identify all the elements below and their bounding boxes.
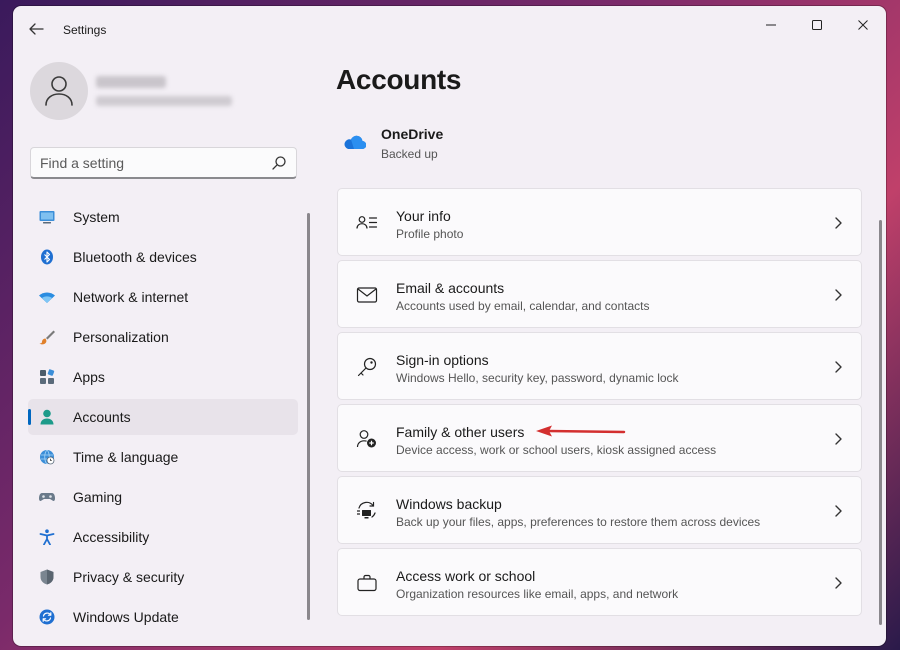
card-your-info[interactable]: Your info Profile photo bbox=[337, 188, 862, 256]
profile-name-blurred bbox=[96, 76, 166, 88]
mail-icon bbox=[356, 285, 378, 305]
card-email-accounts[interactable]: Email & accounts Accounts used by email,… bbox=[337, 260, 862, 328]
sidebar-item-time-language[interactable]: Time & language bbox=[28, 439, 298, 475]
card-title: Sign-in options bbox=[396, 352, 489, 368]
bluetooth-icon bbox=[39, 249, 55, 265]
card-family-other-users[interactable]: Family & other users Device access, work… bbox=[337, 404, 862, 472]
minimize-button[interactable] bbox=[748, 10, 794, 40]
sidebar-item-accessibility[interactable]: Accessibility bbox=[28, 519, 298, 555]
settings-cards: Your info Profile photo Email & accounts… bbox=[337, 188, 862, 620]
globe-clock-icon bbox=[39, 449, 55, 465]
shield-icon bbox=[39, 569, 55, 585]
card-title: Access work or school bbox=[396, 568, 536, 584]
key-icon bbox=[356, 357, 378, 377]
sidebar-item-bluetooth[interactable]: Bluetooth & devices bbox=[28, 239, 298, 275]
update-icon bbox=[39, 609, 55, 625]
paintbrush-icon bbox=[39, 329, 55, 345]
onedrive-status-text: Backed up bbox=[381, 147, 438, 161]
user-profile[interactable] bbox=[30, 62, 300, 122]
chevron-right-icon bbox=[833, 504, 843, 518]
minimize-icon bbox=[766, 24, 776, 26]
sidebar-item-label: Accounts bbox=[73, 409, 131, 425]
person-add-icon bbox=[356, 429, 378, 449]
sidebar-item-label: Time & language bbox=[73, 449, 179, 465]
sidebar-item-label: Windows Update bbox=[73, 609, 179, 625]
sidebar-item-label: Privacy & security bbox=[73, 569, 185, 585]
gamepad-icon bbox=[39, 489, 55, 505]
main-scrollbar[interactable] bbox=[879, 220, 882, 625]
person-avatar-icon bbox=[45, 76, 73, 106]
card-title: Your info bbox=[396, 208, 451, 224]
sidebar-item-privacy-security[interactable]: Privacy & security bbox=[28, 559, 298, 595]
card-subtitle: Device access, work or school users, kio… bbox=[396, 443, 717, 457]
contact-card-icon bbox=[356, 213, 378, 233]
sidebar-item-accounts[interactable]: Accounts bbox=[28, 399, 298, 435]
sidebar-item-network[interactable]: Network & internet bbox=[28, 279, 298, 315]
sidebar-item-apps[interactable]: Apps bbox=[28, 359, 298, 395]
profile-email-blurred bbox=[96, 96, 232, 106]
maximize-button[interactable] bbox=[794, 10, 840, 40]
card-windows-backup[interactable]: Windows backup Back up your files, apps,… bbox=[337, 476, 862, 544]
app-title: Settings bbox=[63, 23, 107, 37]
onedrive-title: OneDrive bbox=[381, 126, 444, 142]
red-annotation-arrow bbox=[536, 425, 626, 437]
sidebar-nav: System Bluetooth & devices Network & int… bbox=[28, 199, 298, 639]
monitor-icon bbox=[39, 209, 55, 225]
wifi-icon bbox=[39, 289, 55, 305]
chevron-right-icon bbox=[833, 216, 843, 230]
chevron-right-icon bbox=[833, 432, 843, 446]
page-title: Accounts bbox=[336, 64, 462, 95]
briefcase-icon bbox=[356, 573, 378, 593]
card-sign-in-options[interactable]: Sign-in options Windows Hello, security … bbox=[337, 332, 862, 400]
card-access-work-school[interactable]: Access work or school Organization resou… bbox=[337, 548, 862, 616]
search-input[interactable] bbox=[40, 154, 260, 172]
chevron-right-icon bbox=[833, 288, 843, 302]
avatar[interactable] bbox=[30, 62, 88, 120]
card-subtitle: Organization resources like email, apps,… bbox=[396, 587, 679, 601]
backup-icon bbox=[356, 501, 378, 521]
search-box[interactable] bbox=[30, 147, 297, 179]
card-title: Family & other users bbox=[396, 424, 525, 440]
maximize-icon bbox=[812, 20, 822, 30]
sidebar-item-label: Gaming bbox=[73, 489, 123, 505]
sidebar-item-label: Bluetooth & devices bbox=[73, 249, 197, 265]
apps-icon bbox=[39, 369, 55, 385]
sidebar-item-label: Apps bbox=[73, 369, 105, 385]
chevron-right-icon bbox=[833, 576, 843, 590]
chevron-right-icon bbox=[833, 360, 843, 374]
card-subtitle: Back up your files, apps, preferences to… bbox=[396, 515, 761, 529]
sidebar-item-system[interactable]: System bbox=[28, 199, 298, 235]
sidebar-item-label: System bbox=[73, 209, 120, 225]
close-button[interactable] bbox=[840, 10, 886, 40]
sidebar-item-personalization[interactable]: Personalization bbox=[28, 319, 298, 355]
card-subtitle: Accounts used by email, calendar, and co… bbox=[396, 299, 650, 313]
card-subtitle: Windows Hello, security key, password, d… bbox=[396, 371, 679, 385]
settings-window: Settings System bbox=[13, 6, 886, 646]
back-arrow-icon[interactable] bbox=[25, 18, 47, 40]
card-title: Email & accounts bbox=[396, 280, 505, 296]
card-subtitle: Profile photo bbox=[396, 227, 464, 241]
sidebar-item-windows-update[interactable]: Windows Update bbox=[28, 599, 298, 635]
search-icon[interactable] bbox=[271, 155, 287, 171]
onedrive-status[interactable]: OneDrive Backed up bbox=[336, 124, 636, 168]
sidebar-scrollbar[interactable] bbox=[307, 213, 310, 620]
close-icon bbox=[858, 20, 868, 30]
title-bar: Settings bbox=[13, 6, 886, 50]
sidebar-item-gaming[interactable]: Gaming bbox=[28, 479, 298, 515]
sidebar-item-label: Personalization bbox=[73, 329, 169, 345]
sidebar-item-label: Network & internet bbox=[73, 289, 189, 305]
card-title: Windows backup bbox=[396, 496, 502, 512]
accessibility-icon bbox=[39, 529, 55, 546]
sidebar-item-label: Accessibility bbox=[73, 529, 150, 545]
person-icon bbox=[39, 409, 55, 425]
onedrive-cloud-icon bbox=[342, 134, 367, 150]
